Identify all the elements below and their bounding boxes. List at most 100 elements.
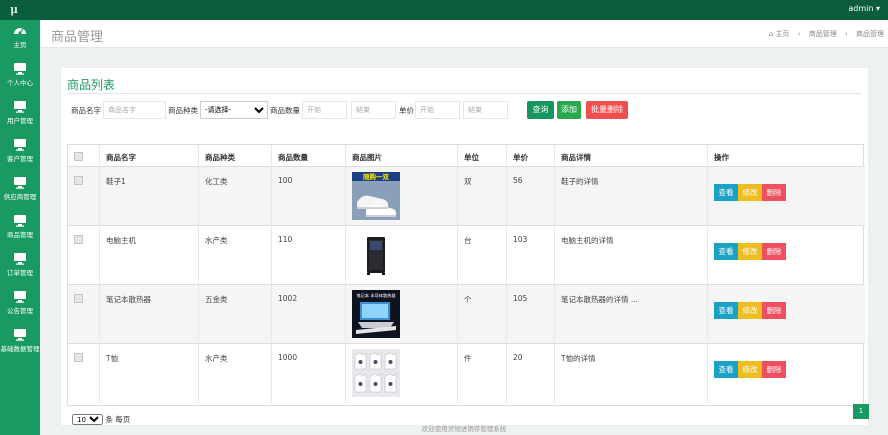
name-input[interactable]	[103, 101, 166, 119]
sidebar-item-label: 供应商管理	[3, 193, 37, 201]
page-header: 商品管理 ⌂ 主页 › 商品管理 › 商品管理	[40, 20, 888, 48]
pagination-page-1[interactable]: 1	[853, 404, 869, 419]
dashboard-icon	[14, 28, 26, 35]
cell-actions: 查看 修改 删除	[708, 344, 865, 403]
batch-delete-button[interactable]: 批量删除	[586, 101, 628, 119]
sidebar-item-products[interactable]: 商品管理	[0, 210, 40, 248]
delete-button[interactable]: 删除	[762, 184, 786, 201]
sidebar-item-profile[interactable]: 个人中心	[0, 58, 40, 96]
type-select[interactable]: -请选择-	[200, 101, 268, 119]
view-button[interactable]: 查看	[714, 184, 738, 201]
table-header: 商品名字 商品种类 商品数量 商品图片 单位 单价 商品详情 操作	[68, 145, 865, 167]
delete-button[interactable]: 删除	[762, 302, 786, 319]
edit-button[interactable]: 修改	[738, 302, 762, 319]
table-row: 笔记本散热器 五金类 1002 笔记本 半导体散热器 个 105 笔记本散热器的…	[68, 285, 865, 344]
row-select-cell	[68, 167, 100, 226]
sidebar-item-notices[interactable]: 公告管理	[0, 286, 40, 324]
column-header[interactable]: 单价	[507, 145, 555, 167]
edit-button[interactable]: 修改	[738, 361, 762, 378]
cell-actions: 查看 修改 删除	[708, 226, 865, 285]
select-all-checkbox[interactable]	[74, 152, 83, 161]
column-header[interactable]: 商品种类	[199, 145, 272, 167]
user-menu[interactable]: admin ▾	[848, 4, 880, 13]
cell-unit: 台	[458, 226, 507, 285]
sidebar-item-label: 基础数据管理	[0, 345, 40, 353]
add-button[interactable]: 添加	[557, 101, 581, 119]
view-button[interactable]: 查看	[714, 302, 738, 319]
quantity-end-input[interactable]	[351, 101, 396, 119]
name-label: 商品名字	[71, 106, 101, 115]
cell-actions: 查看 修改 删除	[708, 167, 865, 226]
row-select-cell	[68, 344, 100, 403]
price-label: 单价	[399, 106, 414, 115]
search-button[interactable]: 查询	[527, 101, 554, 119]
product-list-panel: 商品列表 商品名字 商品种类 -请选择- 商品数量 单价 查询 添加 批量删除 …	[60, 67, 869, 426]
footer-text: 欢迎使用货物进销存管理系统	[421, 425, 507, 433]
image-banner-text: 笔记本 半导体散热器	[356, 292, 396, 299]
row-select-cell	[68, 285, 100, 344]
edit-button[interactable]: 修改	[738, 243, 762, 260]
monitor-icon	[14, 63, 26, 75]
cell-image: 笔记本 半导体散热器	[346, 285, 458, 344]
cell-type: 水产类	[199, 344, 272, 403]
sidebar-item-label: 商品管理	[7, 231, 33, 239]
sidebar-item-label: 公告管理	[7, 307, 33, 315]
sidebar-item-customers[interactable]: 客户管理	[0, 134, 40, 172]
edit-button[interactable]: 修改	[738, 184, 762, 201]
view-button[interactable]: 查看	[714, 361, 738, 378]
breadcrumb-separator: ›	[844, 30, 848, 38]
column-header[interactable]: 商品数量	[272, 145, 346, 167]
row-select-cell	[68, 226, 100, 285]
column-header[interactable]: 单位	[458, 145, 507, 167]
sidebar-item-home[interactable]: 主页	[0, 20, 40, 58]
app-logo: μ	[10, 3, 19, 16]
product-image-cooler[interactable]: 笔记本 半导体散热器	[352, 290, 400, 338]
column-header: 操作	[714, 153, 729, 162]
product-table: 商品名字 商品种类 商品数量 商品图片 单位 单价 商品详情 操作 鞋子1 化工…	[67, 144, 865, 406]
cell-price: 56	[507, 167, 555, 226]
breadcrumb-item[interactable]: 主页	[775, 30, 789, 38]
sidebar-item-suppliers[interactable]: 供应商管理	[0, 172, 40, 210]
quantity-start-input[interactable]	[302, 101, 347, 119]
breadcrumb-item: 商品管理	[856, 30, 884, 38]
sidebar-item-users[interactable]: 用户管理	[0, 96, 40, 134]
select-all-cell	[68, 145, 100, 167]
row-checkbox[interactable]	[74, 353, 83, 362]
column-header[interactable]: 商品详情	[555, 145, 708, 167]
cell-image	[346, 344, 458, 403]
view-button[interactable]: 查看	[714, 243, 738, 260]
row-checkbox[interactable]	[74, 235, 83, 244]
row-checkbox[interactable]	[74, 176, 83, 185]
cell-unit: 双	[458, 167, 507, 226]
sidebar-item-base-data[interactable]: 基础数据管理	[0, 324, 40, 362]
breadcrumb-item[interactable]: 商品管理	[809, 30, 837, 38]
cell-type: 五金类	[199, 285, 272, 344]
type-label: 商品种类	[168, 106, 198, 115]
delete-button[interactable]: 删除	[762, 361, 786, 378]
monitor-icon	[14, 253, 26, 265]
price-start-input[interactable]	[415, 101, 460, 119]
price-end-input[interactable]	[463, 101, 508, 119]
cell-type: 化工类	[199, 167, 272, 226]
row-checkbox[interactable]	[74, 294, 83, 303]
product-image-shoes[interactable]: 限购一双	[352, 172, 400, 220]
sidebar-item-label: 主页	[13, 41, 27, 49]
sidebar-item-label: 个人中心	[7, 79, 33, 87]
product-image-pc-case[interactable]	[352, 231, 400, 279]
cell-quantity: 1002	[272, 285, 346, 344]
sidebar-item-label: 订单管理	[7, 269, 33, 277]
column-header[interactable]: 商品名字	[100, 145, 199, 167]
divider	[67, 93, 862, 94]
sidebar: 主页 个人中心 用户管理 客户管理 供应商管理 商品管理 订单管理 公告管理 基…	[0, 20, 40, 435]
cell-detail: 鞋子的详情	[555, 167, 708, 226]
sidebar-item-orders[interactable]: 订单管理	[0, 248, 40, 286]
cell-name: 鞋子1	[100, 167, 199, 226]
cell-name: T恤	[100, 344, 199, 403]
delete-button[interactable]: 删除	[762, 243, 786, 260]
cell-detail: 电脑主机的详情	[555, 226, 708, 285]
table-row: 鞋子1 化工类 100 限购一双 双 56 鞋子的详情 查看 修改 删除	[68, 167, 865, 226]
cell-unit: 个	[458, 285, 507, 344]
product-image-tshirts[interactable]	[352, 349, 400, 397]
cell-name: 笔记本散热器	[100, 285, 199, 344]
column-header[interactable]: 商品图片	[346, 145, 458, 167]
